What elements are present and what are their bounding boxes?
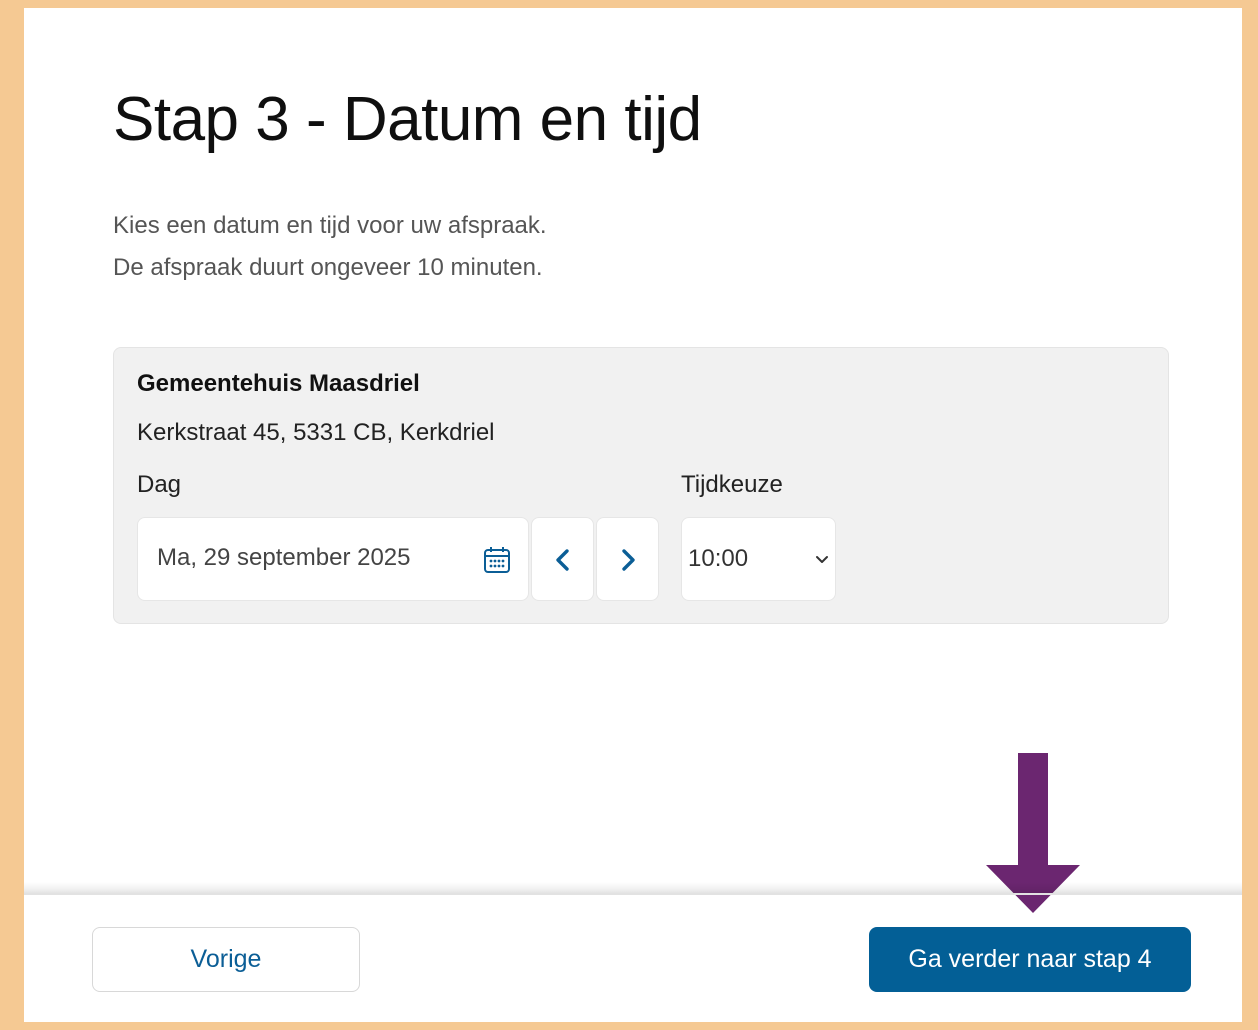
footer-divider (24, 893, 1242, 895)
intro-text: Kies een datum en tijd voor uw afspraak.… (113, 205, 547, 289)
next-day-button[interactable] (596, 517, 659, 601)
calendar-icon[interactable] (483, 546, 511, 574)
chevron-down-icon (816, 556, 828, 563)
continue-step-4-button[interactable]: Ga verder naar stap 4 (869, 927, 1191, 992)
time-select[interactable]: 10:00 (681, 517, 836, 601)
location-address: Kerkstraat 45, 5331 CB, Kerkdriel (137, 419, 495, 446)
date-value: Ma, 29 september 2025 (157, 544, 411, 571)
day-label: Dag (137, 471, 182, 498)
time-value: 10:00 (688, 545, 749, 572)
page-title: Stap 3 - Datum en tijd (113, 85, 702, 154)
time-label: Tijdkeuze (681, 471, 783, 498)
chevron-right-icon (622, 549, 635, 571)
intro-line-duration: De afspraak duurt ongeveer 10 minuten. (113, 254, 543, 281)
date-input[interactable]: Ma, 29 september 2025 (137, 517, 529, 601)
location-name: Gemeentehuis Maasdriel (137, 370, 420, 397)
intro-line-choose: Kies een datum en tijd voor uw afspraak. (113, 212, 547, 239)
location-card: Gemeentehuis Maasdriel Kerkstraat 45, 53… (113, 347, 1169, 624)
chevron-left-icon (556, 549, 569, 571)
previous-day-button[interactable] (531, 517, 594, 601)
previous-button[interactable]: Vorige (92, 927, 360, 992)
